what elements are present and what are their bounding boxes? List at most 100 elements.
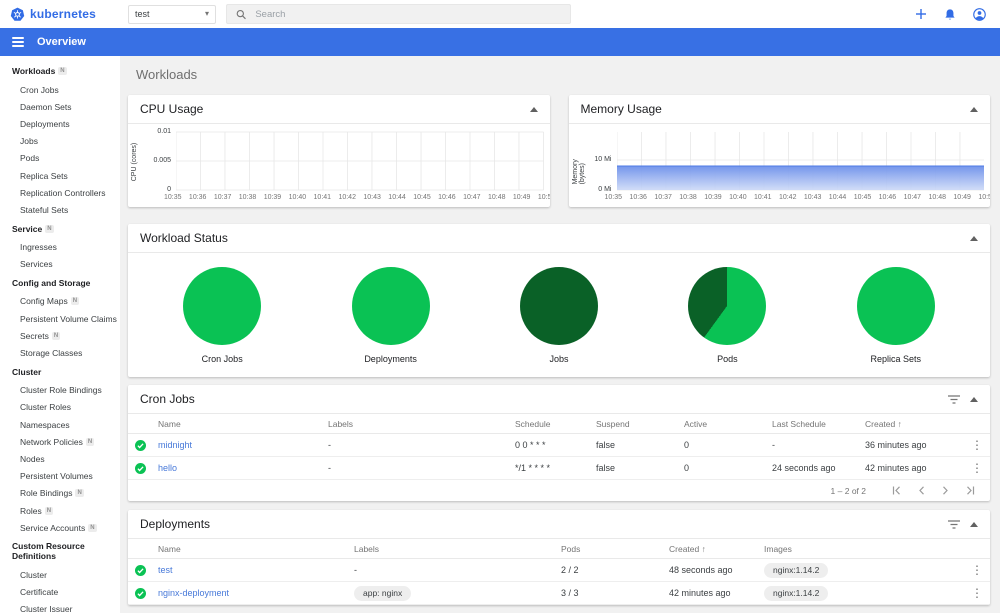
sidebar-item[interactable]: Replication Controllers bbox=[0, 184, 120, 201]
column-header-active[interactable]: Active bbox=[684, 419, 772, 429]
column-header-created[interactable]: Created ↑ bbox=[669, 544, 764, 554]
collapse-caret-icon[interactable] bbox=[529, 106, 538, 112]
collapse-caret-icon[interactable] bbox=[970, 521, 978, 527]
cell-schedule: 0 0 * * * bbox=[515, 440, 546, 450]
filter-icon[interactable] bbox=[948, 394, 960, 404]
cell-active: 0 bbox=[684, 440, 690, 450]
deployments-table-header: Name Labels Pods Created ↑ Images bbox=[128, 539, 990, 559]
x-tick-label: 10:46 bbox=[438, 194, 456, 201]
menu-hamburger-icon[interactable] bbox=[12, 37, 24, 47]
sidebar-item[interactable]: Services bbox=[0, 256, 120, 273]
sidebar-item[interactable]: Pods bbox=[0, 150, 120, 167]
sidebar-item[interactable]: Persistent Volumes bbox=[0, 468, 120, 485]
sidebar-item[interactable]: Role Bindings N bbox=[0, 485, 120, 502]
cell-created: 42 minutes ago bbox=[865, 463, 927, 473]
pie-chart bbox=[183, 267, 262, 345]
x-tick-label: 10:35 bbox=[604, 194, 623, 201]
table-row-hello: hello - */1 * * * * false 0 24 seconds a… bbox=[128, 457, 990, 480]
x-tick-label: 10:38 bbox=[238, 194, 257, 201]
x-tick-label: 10:49 bbox=[512, 194, 531, 201]
collapse-caret-icon[interactable] bbox=[970, 106, 978, 112]
row-actions-menu[interactable]: ⋮ bbox=[964, 564, 990, 576]
sidebar-item[interactable]: Certificate bbox=[0, 584, 120, 601]
namespaced-badge: N bbox=[58, 67, 67, 75]
sidebar-item[interactable]: Replica Sets bbox=[0, 167, 120, 184]
cell-pods: 2 / 2 bbox=[561, 565, 579, 575]
chevron-down-icon: ▾ bbox=[204, 9, 209, 18]
namespaced-badge: N bbox=[70, 297, 80, 306]
logo-text: kubernetes bbox=[30, 7, 97, 21]
column-header-labels[interactable]: Labels bbox=[328, 419, 515, 429]
column-header-schedule[interactable]: Schedule bbox=[515, 419, 596, 429]
sidebar-section-crd[interactable]: Custom Resource Definitions bbox=[0, 536, 120, 566]
next-page-button[interactable] bbox=[937, 486, 954, 495]
sidebar-item[interactable]: Secrets N bbox=[0, 327, 120, 344]
x-tick-label: 10:41 bbox=[313, 194, 332, 201]
deployment-name-link[interactable]: nginx-deployment bbox=[158, 588, 229, 598]
namespace-selector[interactable]: test ▾ bbox=[128, 4, 216, 24]
sidebar-item[interactable]: Namespaces bbox=[0, 416, 120, 433]
cell-created: 36 minutes ago bbox=[865, 440, 927, 450]
table-row-test: test - 2 / 2 48 seconds ago nginx:1.14.2… bbox=[128, 559, 990, 582]
column-header-last-schedule[interactable]: Last Schedule bbox=[772, 419, 865, 429]
cronjob-name-link[interactable]: midnight bbox=[158, 440, 192, 450]
sidebar-section-cluster[interactable]: Cluster bbox=[0, 362, 120, 382]
sidebar-item[interactable]: Network Policies N bbox=[0, 433, 120, 450]
sidebar-section-workloads[interactable]: Workloads N bbox=[0, 61, 120, 81]
memory-usage-chart: Memory (bytes) 10 Mi 0 Mi 10:35 10:36 10… bbox=[569, 124, 990, 207]
workload-status-card: Workload Status Cron Jobs Deployments Jo… bbox=[128, 224, 990, 377]
sidebar-item[interactable]: Daemon Sets bbox=[0, 98, 120, 115]
sidebar-item[interactable]: Ingresses bbox=[0, 239, 120, 256]
last-page-button[interactable] bbox=[961, 486, 980, 495]
sidebar-item[interactable]: Cluster Roles bbox=[0, 399, 120, 416]
status-ok-icon bbox=[128, 587, 158, 599]
sidebar-item[interactable]: Stateful Sets bbox=[0, 201, 120, 218]
sidebar-item[interactable]: Deployments bbox=[0, 115, 120, 132]
sidebar-item[interactable]: Persistent Volume ClaimsN bbox=[0, 310, 120, 327]
row-actions-menu[interactable]: ⋮ bbox=[964, 587, 990, 599]
column-header-created[interactable]: Created ↑ bbox=[865, 419, 964, 429]
sidebar-item[interactable]: Cluster Role Bindings bbox=[0, 382, 120, 399]
collapse-caret-icon[interactable] bbox=[970, 235, 978, 241]
cron-jobs-title: Cron Jobs bbox=[140, 392, 195, 406]
notifications-button[interactable] bbox=[944, 8, 956, 21]
filter-icon[interactable] bbox=[948, 519, 960, 529]
sidebar-nav: Workloads N Cron Jobs Daemon Sets Deployme… bbox=[0, 56, 120, 613]
y-tick-label: 10 Mi bbox=[594, 156, 612, 163]
kubernetes-logo[interactable]: kubernetes bbox=[0, 7, 120, 22]
sidebar-item[interactable]: Jobs bbox=[0, 133, 120, 150]
column-header-suspend[interactable]: Suspend bbox=[596, 419, 684, 429]
column-header-name[interactable]: Name bbox=[158, 544, 354, 554]
search-bar[interactable] bbox=[226, 4, 571, 24]
column-header-name[interactable]: Name bbox=[158, 419, 328, 429]
first-page-button[interactable] bbox=[887, 486, 906, 495]
account-button[interactable] bbox=[973, 7, 986, 21]
column-header-labels[interactable]: Labels bbox=[354, 544, 561, 554]
search-input[interactable] bbox=[255, 8, 561, 20]
sidebar-item[interactable]: Cluster bbox=[0, 566, 120, 583]
row-actions-menu[interactable]: ⋮ bbox=[964, 462, 990, 474]
sidebar-item[interactable]: Cluster Issuer bbox=[0, 601, 120, 613]
sidebar-item[interactable]: Cron Jobs bbox=[0, 81, 120, 98]
x-tick-label: 10:37 bbox=[213, 194, 232, 201]
x-tick-label: 10:40 bbox=[729, 194, 747, 201]
create-resource-button[interactable] bbox=[915, 8, 927, 20]
column-header-images[interactable]: Images bbox=[764, 544, 964, 554]
cronjob-name-link[interactable]: hello bbox=[158, 463, 177, 473]
collapse-caret-icon[interactable] bbox=[970, 396, 978, 402]
sidebar-section-service[interactable]: Service N bbox=[0, 219, 120, 239]
previous-page-button[interactable] bbox=[913, 486, 930, 495]
sidebar-item[interactable]: Service Accounts N bbox=[0, 519, 120, 536]
row-actions-menu[interactable]: ⋮ bbox=[964, 439, 990, 451]
sidebar-item[interactable]: Config Maps N bbox=[0, 293, 120, 310]
cell-pods: 3 / 3 bbox=[561, 588, 579, 598]
column-header-pods[interactable]: Pods bbox=[561, 544, 669, 554]
sidebar-item[interactable]: Roles N bbox=[0, 502, 120, 519]
sidebar-crd-items: Cluster Certificate Cluster Issuer bbox=[0, 566, 120, 613]
sidebar-item[interactable]: Nodes bbox=[0, 450, 120, 467]
pie-chart bbox=[688, 267, 767, 345]
sidebar-item[interactable]: Storage Classes bbox=[0, 344, 120, 361]
namespaced-badge: N bbox=[44, 506, 54, 515]
sidebar-section-config-storage[interactable]: Config and Storage bbox=[0, 273, 120, 293]
deployment-name-link[interactable]: test bbox=[158, 565, 173, 575]
